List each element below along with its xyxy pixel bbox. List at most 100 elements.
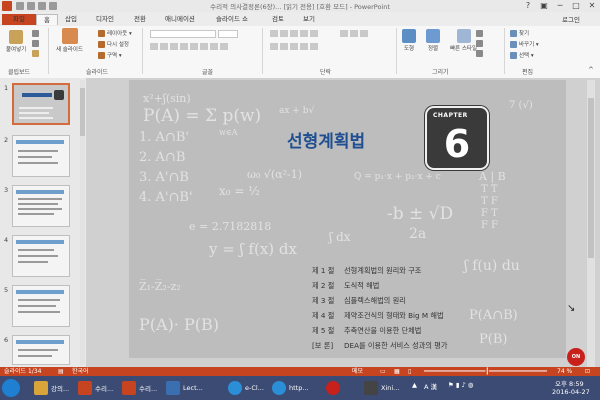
copy-icon[interactable] [32,40,39,47]
layout-icon [98,29,105,37]
taskbar-item[interactable]: 수리... [122,378,157,398]
shape-outline-icon[interactable] [476,40,483,47]
slide-thumbnail-6[interactable] [12,335,70,365]
quick-styles-button[interactable]: 빠른 스타일 [450,29,477,52]
find-button[interactable]: 찾기 [510,29,529,37]
shadow-icon[interactable] [180,43,188,50]
tab-transitions[interactable]: 전환 [134,14,146,25]
tab-design[interactable]: 디자인 [96,14,114,25]
slide-thumbnail-5[interactable] [12,285,70,327]
reading-view-icon[interactable]: ▯ [408,367,411,376]
underline-icon[interactable] [170,43,178,50]
minimize-button[interactable]: ─ [552,0,568,12]
bullets-icon[interactable] [270,30,278,37]
taskbar-item[interactable] [326,378,340,398]
align-left-icon[interactable] [270,43,278,50]
select-button[interactable]: 선택 ▾ [510,51,534,59]
slide-thumbnail-1[interactable] [12,83,70,125]
case-icon[interactable] [210,43,218,50]
font-name-box[interactable] [150,30,216,38]
slide-thumbnail-2[interactable] [12,135,70,177]
shape-fill-icon[interactable] [476,30,483,37]
undo-icon[interactable] [27,2,35,10]
smartart-icon[interactable] [360,30,368,37]
bold-icon[interactable] [150,43,158,50]
new-slide-button[interactable]: 새 슬라이드 [56,28,83,53]
title-bar: 수리적 의사결정론(6장)... [읽기 전용] [호환 모드] - Power… [0,0,600,12]
collapse-ribbon-icon[interactable]: ^ [588,66,594,74]
tab-file[interactable]: 파일 [2,14,36,25]
increase-indent-icon[interactable] [300,30,308,37]
login-link[interactable]: 로그인 [562,14,580,24]
help-icon[interactable]: ? [520,0,536,12]
taskbar-item[interactable]: e-Cl... [228,378,264,398]
normal-view-icon[interactable]: ▭ [380,367,386,376]
section-button[interactable]: 구역 ▾ [98,51,122,59]
italic-icon[interactable] [160,43,168,50]
tab-animations[interactable]: 애니메이션 [165,14,195,25]
clock-time[interactable]: 오후 8:59 [555,378,584,388]
taskbar-item[interactable]: Lect... [166,378,203,398]
font-color-icon[interactable] [220,43,228,50]
slide-thumbnail-4[interactable] [12,235,70,277]
spacing-icon[interactable] [200,43,208,50]
ribbon: 붙여넣기 클립보드 새 슬라이드 레이아웃 ▾ 다시 설정 구역 ▾ 슬라이드 … [0,26,600,79]
zoom-slider[interactable]: ━━━━━━━━━━━━━━━━━┃━━━━━━━━━━━━━━━━ [424,367,547,376]
zoom-level[interactable]: 74 % [557,367,572,376]
strikethrough-icon[interactable] [190,43,198,50]
columns-icon[interactable] [310,43,318,50]
line-spacing-icon[interactable] [310,30,318,37]
slide-thumbnail-3[interactable] [12,185,70,227]
tab-review[interactable]: 검토 [272,14,284,25]
shapes-button[interactable]: 도형 [402,29,416,52]
restore-button[interactable]: □ [568,0,584,12]
powerpoint-app-icon[interactable] [2,1,12,11]
input-method-indicator[interactable]: A 漢 [424,381,437,391]
taskbar-item[interactable]: Xini... [364,378,399,398]
slide-scrollbar[interactable] [587,80,595,367]
close-button[interactable]: ✕ [584,0,600,12]
language-indicator[interactable]: 한국어 [72,367,89,376]
slide-thumbnails-panel: 1 2 3 4 5 6 [0,78,87,367]
thumbnails-scrollbar[interactable] [80,80,85,365]
scrollbar-thumb[interactable] [80,88,85,136]
numbering-icon[interactable] [280,30,288,37]
tab-view[interactable]: 보기 [303,14,315,25]
arrange-button[interactable]: 정렬 [426,29,440,52]
fit-slide-icon[interactable]: ⊡ [585,367,590,376]
tab-slideshow[interactable]: 슬라이드 쇼 [216,14,248,25]
save-icon[interactable] [16,2,24,10]
tab-insert[interactable]: 삽입 [65,14,77,25]
scrollbar-thumb[interactable] [588,98,594,258]
align-center-icon[interactable] [280,43,288,50]
taskbar-item[interactable]: 강의... [34,378,69,398]
spellcheck-icon[interactable]: ▤ [58,367,64,376]
align-text-icon[interactable] [350,30,358,37]
paste-button[interactable]: 붙여넣기 [6,30,26,53]
text-direction-icon[interactable] [340,30,348,37]
ribbon-display-icon[interactable]: ▣ [536,0,552,12]
taskbar-item[interactable]: 수리... [78,378,113,398]
shape-effects-icon[interactable] [476,50,483,57]
format-painter-icon[interactable] [32,50,39,57]
reset-button[interactable]: 다시 설정 [98,40,129,48]
clock-date[interactable]: 2016-04-27 [552,388,590,396]
decrease-indent-icon[interactable] [290,30,298,37]
taskbar-item[interactable]: http... [272,378,309,398]
slide-sorter-icon[interactable]: ▦ [394,367,400,376]
justify-icon[interactable] [300,43,308,50]
tab-home[interactable]: 홈 [36,14,58,25]
group-divider [396,28,397,74]
tray-icons[interactable]: ⚑ ▮ ♪ ◍ [448,381,473,389]
notes-button[interactable]: 메모 [352,367,363,376]
tray-arrow-icon[interactable]: ▲ [412,381,417,389]
cut-icon[interactable] [32,30,39,37]
align-right-icon[interactable] [290,43,298,50]
start-button[interactable] [2,378,20,398]
layout-button[interactable]: 레이아웃 ▾ [98,29,132,37]
start-slideshow-icon[interactable] [49,2,57,10]
font-size-box[interactable] [218,30,238,38]
replace-button[interactable]: 바꾸기 ▾ [510,40,539,48]
slide-canvas[interactable]: x²+ʃ(sin) P(A) = Σ p(w) w∈A 1. A∩B' 2. A… [129,80,566,358]
redo-icon[interactable] [38,2,46,10]
